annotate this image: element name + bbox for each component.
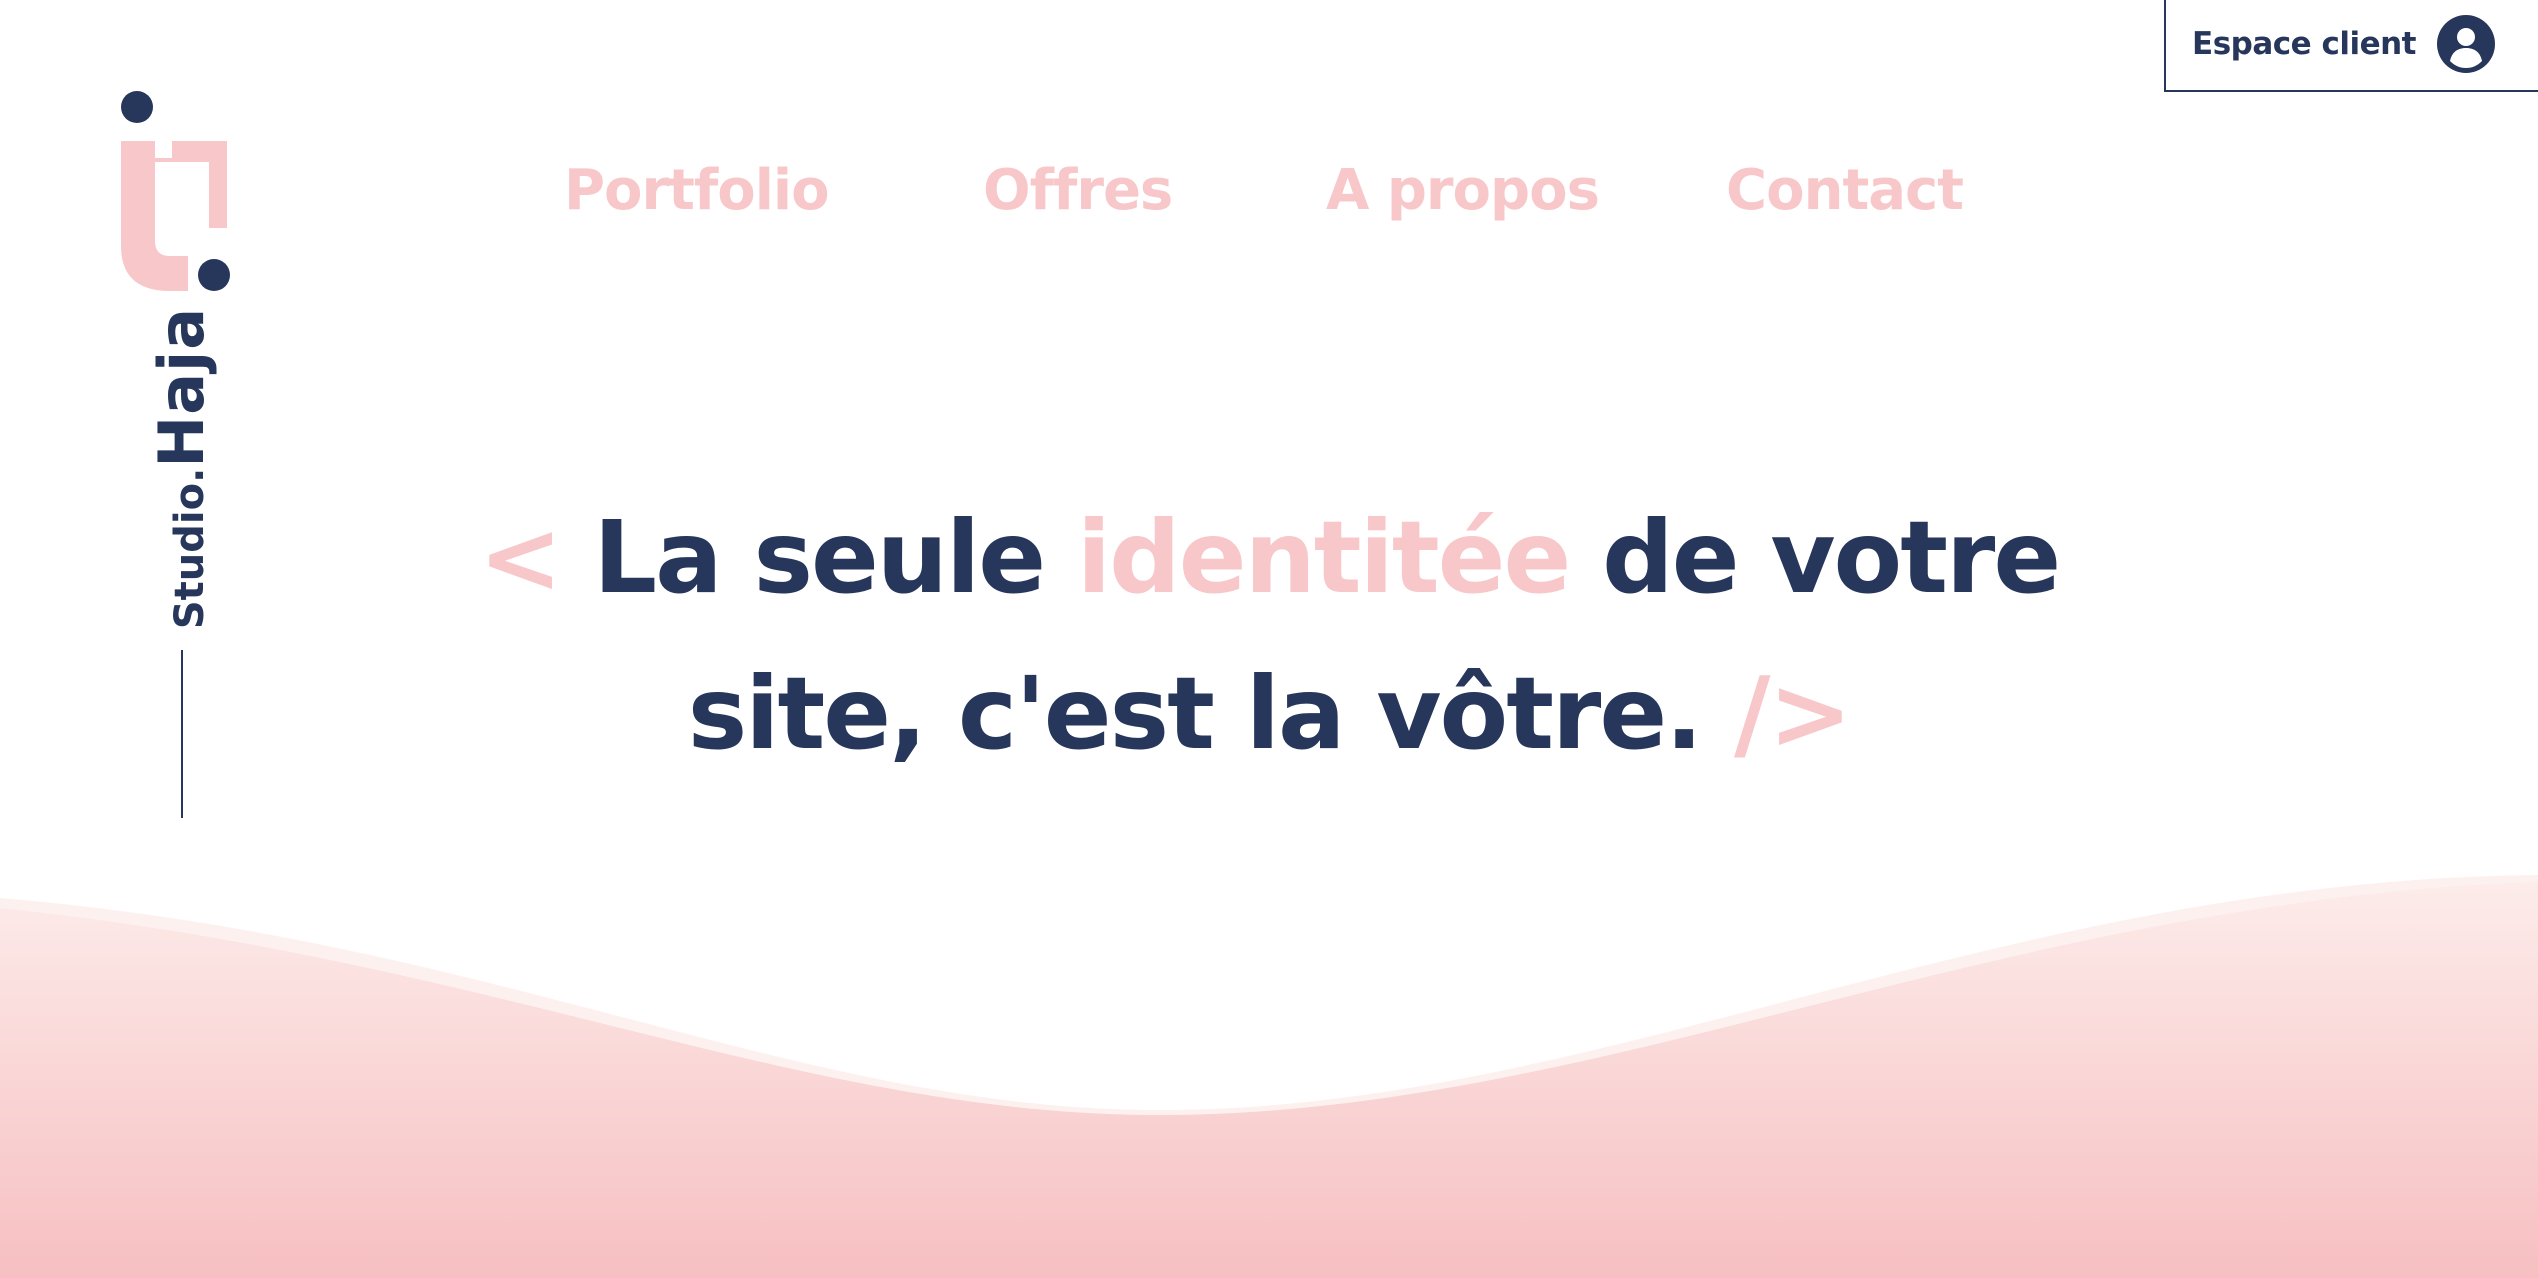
decorative-wave xyxy=(0,875,2538,1278)
hero-text-part1: La seule xyxy=(593,499,1046,616)
hero-line-2: site, c'est la vôtre. /> xyxy=(0,636,2538,792)
nav-item-portfolio[interactable]: Portfolio xyxy=(564,158,830,223)
client-space-button[interactable]: Espace client xyxy=(2164,0,2538,92)
hero-line-1: < La seule identitée de votre xyxy=(0,480,2538,636)
hero-open-tag: < xyxy=(478,499,563,616)
hero-headline: < La seule identitée de votre site, c'es… xyxy=(0,480,2538,792)
user-circle-icon xyxy=(2437,15,2495,73)
hero-highlight: identitée xyxy=(1076,499,1571,616)
page: Espace client Studio.Haja Portfolio Offr… xyxy=(0,0,2538,1278)
hero-text-part2: de votre xyxy=(1602,499,2061,616)
client-space-label: Espace client xyxy=(2192,26,2416,62)
nav-item-contact[interactable]: Contact xyxy=(1726,158,1964,223)
hero-close-tag: /> xyxy=(1733,655,1852,772)
hero-text-part3: site, c'est la vôtre. xyxy=(687,655,1703,772)
brand-name-text: Haja xyxy=(145,306,218,468)
nav-item-offres[interactable]: Offres xyxy=(983,158,1173,223)
main-nav: Portfolio Offres A propos Contact xyxy=(0,158,2538,228)
nav-item-a-propos[interactable]: A propos xyxy=(1326,158,1600,223)
